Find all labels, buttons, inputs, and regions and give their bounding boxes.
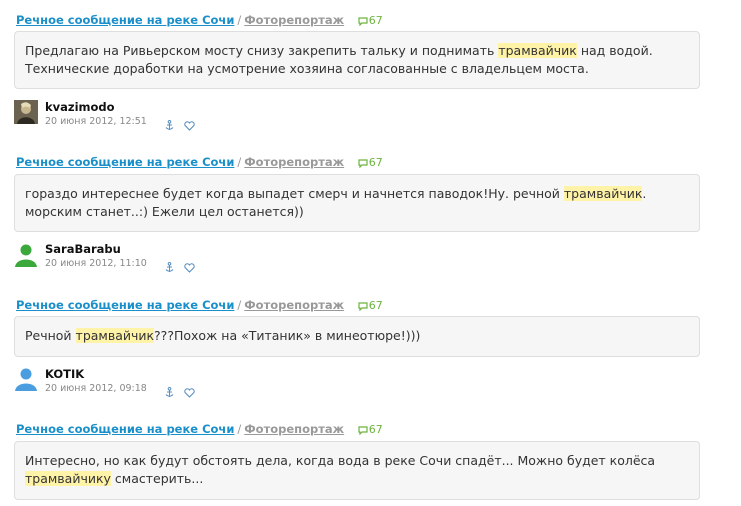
author-name[interactable]: KOTIK [45, 367, 84, 381]
comment-meta: Речное сообщение на реке Сочи / Фоторепорт… [16, 298, 383, 313]
user-silhouette-icon [15, 368, 37, 391]
comment-bubble-icon [358, 17, 368, 27]
anchor-icon[interactable] [165, 258, 174, 277]
comment-meta: Речное сообщение на реке Сочи / Фоторепорт… [16, 13, 383, 28]
post-title-link[interactable]: Речное сообщение на реке Сочи [16, 422, 234, 436]
separator: / [237, 155, 242, 169]
comment-bubble-icon [358, 159, 368, 169]
anchor-icon[interactable] [165, 116, 174, 135]
search-highlight: трамвайчик [563, 186, 643, 201]
blog-link[interactable]: Фоторепортаж [244, 298, 344, 312]
search-highlight: трамвайчику [25, 471, 111, 486]
comment-meta: Речное сообщение на реке Сочи / Фоторепорт… [16, 155, 383, 170]
author-name[interactable]: SaraBarabu [45, 242, 121, 256]
favorite-heart-icon[interactable] [184, 383, 195, 402]
blog-link[interactable]: Фоторепортаж [244, 13, 344, 27]
post-title-link[interactable]: Речное сообщение на реке Сочи [16, 155, 234, 169]
post-title-link[interactable]: Речное сообщение на реке Сочи [16, 298, 234, 312]
comment-bubble-icon [358, 426, 368, 436]
comment-meta: Речное сообщение на реке Сочи / Фоторепорт… [16, 422, 383, 437]
separator: / [237, 298, 242, 312]
avatar[interactable] [14, 100, 38, 124]
search-highlight: трамвайчик [75, 328, 155, 343]
comment-bubble-icon [358, 302, 368, 312]
comment-date: 20 июня 2012, 09:18 [45, 383, 147, 394]
separator: / [237, 13, 242, 27]
anchor-icon[interactable] [165, 383, 174, 402]
comment-text: Интересно, но как будут обстоять дела, к… [14, 441, 700, 500]
user-silhouette-icon [15, 244, 37, 267]
comment-count[interactable]: 67 [358, 156, 383, 169]
comment-date: 20 июня 2012, 11:10 [45, 258, 147, 269]
comment-count[interactable]: 67 [358, 299, 383, 312]
post-title-link[interactable]: Речное сообщение на реке Сочи [16, 13, 234, 27]
comment-text: Предлагаю на Ривьерском мосту снизу закр… [14, 31, 700, 89]
comment-text: гораздо интереснее будет когда выпадет с… [14, 174, 700, 232]
comment-count[interactable]: 67 [358, 423, 383, 436]
favorite-heart-icon[interactable] [184, 116, 195, 135]
blog-link[interactable]: Фоторепортаж [244, 155, 344, 169]
avatar[interactable] [14, 243, 38, 267]
comment-date: 20 июня 2012, 12:51 [45, 116, 147, 127]
comment-text: Речной трамвайчик???Похож на «Титаник» в… [14, 316, 700, 357]
blog-link[interactable]: Фоторепортаж [244, 422, 344, 436]
favorite-heart-icon[interactable] [184, 258, 195, 277]
search-highlight: трамвайчик [498, 43, 577, 58]
avatar[interactable] [14, 367, 38, 391]
separator: / [237, 422, 242, 436]
user-photo-icon [14, 100, 38, 124]
author-name[interactable]: kvazimodo [45, 100, 115, 114]
comment-count[interactable]: 67 [358, 14, 383, 27]
